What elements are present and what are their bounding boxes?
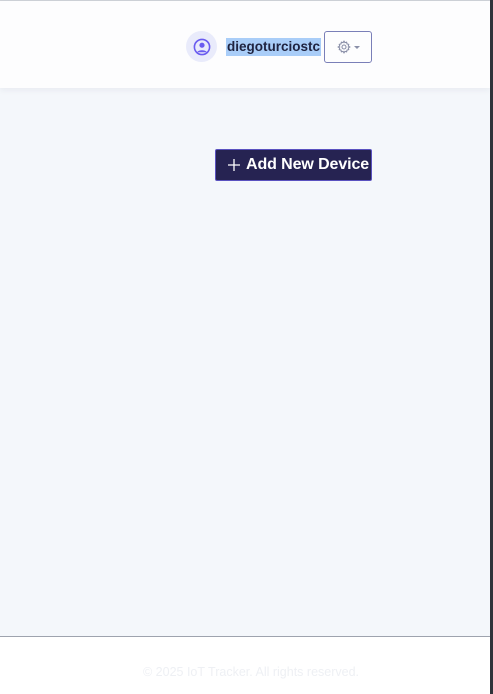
caret-down-icon [353, 45, 360, 49]
username-label: diegoturciostc [226, 38, 322, 56]
plus-icon [227, 158, 241, 172]
user-circle-icon [193, 38, 211, 56]
gear-icon [336, 40, 351, 54]
main-content: Add New Device [0, 88, 490, 636]
add-new-device-label: Add New Device [246, 156, 370, 173]
user-avatar[interactable] [186, 31, 217, 62]
top-navbar: diegoturciostc [0, 1, 490, 88]
copyright-text: © 2025 IoT Tracker. All rights reserved. [142, 665, 360, 679]
add-new-device-button[interactable]: Add New Device [215, 149, 372, 181]
page-footer: © 2025 IoT Tracker. All rights reserved. [0, 637, 490, 694]
settings-dropdown-button[interactable] [324, 31, 372, 63]
